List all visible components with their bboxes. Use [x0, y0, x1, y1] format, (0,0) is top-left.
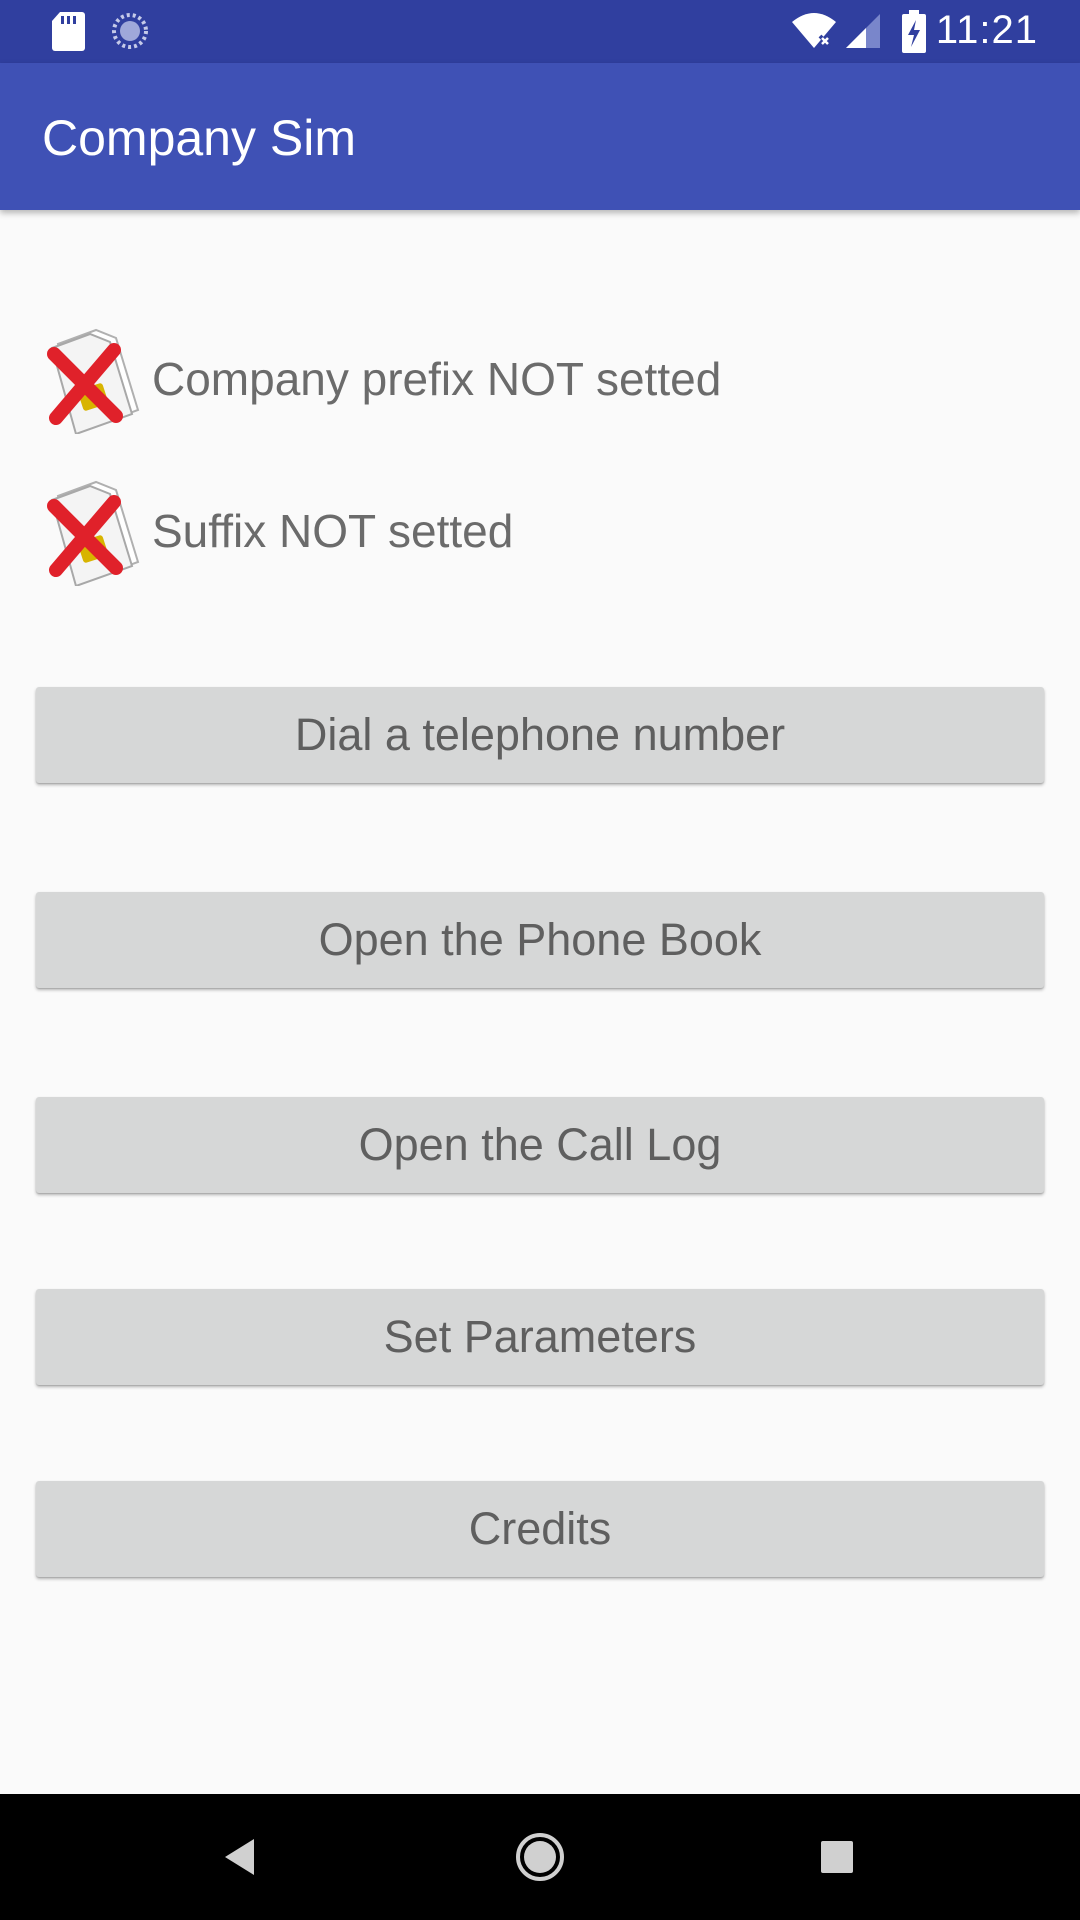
clock: 11:21	[935, 8, 1038, 52]
sim-error-icon	[47, 480, 140, 586]
wifi-icon	[792, 13, 836, 48]
prefix-status-row: Company prefix NOT setted	[38, 324, 1038, 434]
suffix-status-row: Suffix NOT setted	[38, 476, 1038, 586]
home-icon	[516, 1833, 564, 1881]
open-phone-book-button[interactable]: Open the Phone Book	[36, 892, 1044, 988]
suffix-status-text: Suffix NOT setted	[152, 505, 514, 557]
set-parameters-button[interactable]: Set Parameters	[36, 1289, 1044, 1385]
signal-icon	[846, 14, 880, 48]
home-button[interactable]	[440, 1794, 640, 1920]
back-button[interactable]	[140, 1794, 340, 1920]
back-icon	[225, 1839, 254, 1875]
app-title: Company Sim	[42, 110, 356, 166]
status-bar: 11:21	[0, 0, 1080, 63]
dial-number-button[interactable]: Dial a telephone number	[36, 687, 1044, 783]
open-call-log-button[interactable]: Open the Call Log	[36, 1097, 1044, 1193]
credits-button[interactable]: Credits	[36, 1481, 1044, 1577]
navigation-bar	[0, 1794, 1080, 1920]
sim-error-icon	[47, 328, 140, 434]
recents-icon	[821, 1841, 853, 1873]
app-bar: Company Sim	[0, 63, 1080, 210]
prefix-status-text: Company prefix NOT setted	[152, 353, 722, 405]
battery-charging-icon	[902, 10, 926, 53]
sd-card-icon	[52, 12, 85, 51]
sync-icon	[112, 13, 148, 49]
recents-button[interactable]	[737, 1794, 937, 1920]
